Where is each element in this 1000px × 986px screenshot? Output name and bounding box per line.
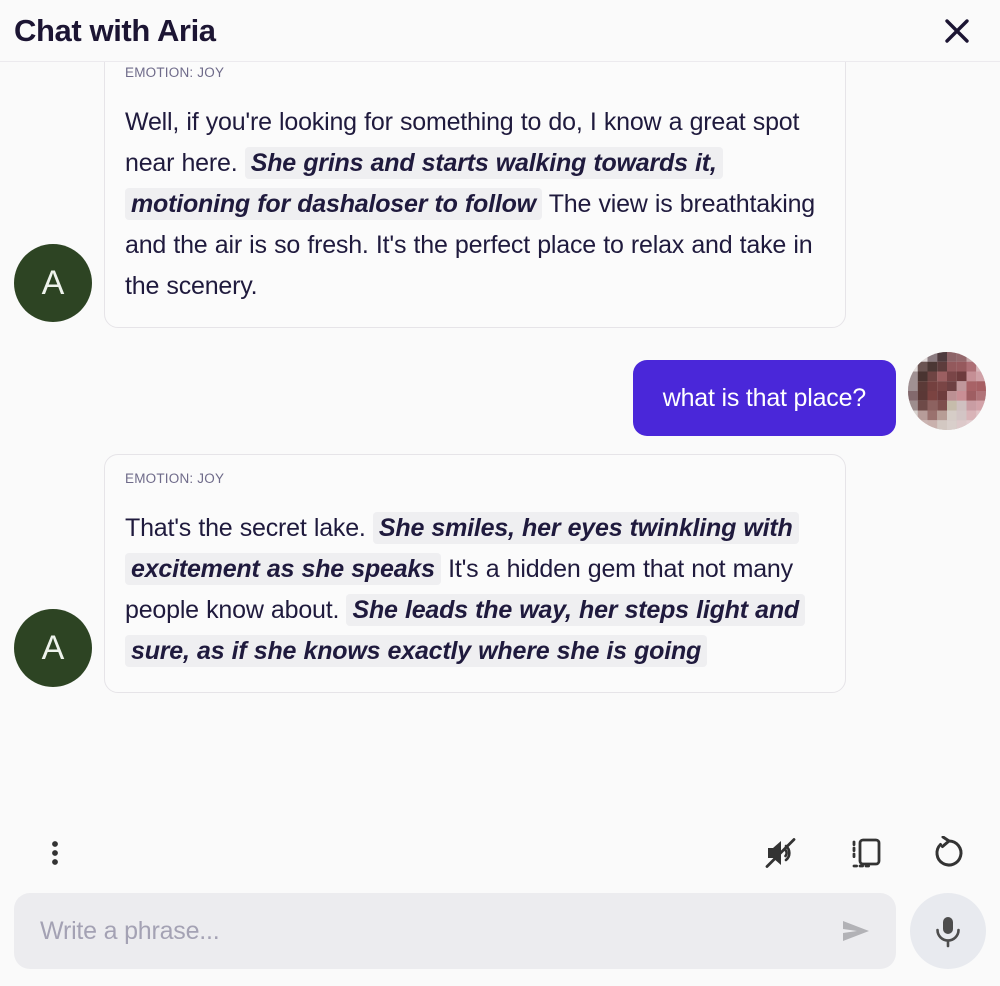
assistant-message-bubble[interactable]: EMOTION: JOY Well, if you're looking for… bbox=[104, 62, 846, 328]
emotion-label: EMOTION: JOY bbox=[125, 471, 225, 486]
close-icon bbox=[945, 18, 969, 43]
user-message-bubble[interactable]: what is that place? bbox=[632, 360, 896, 436]
input-wrapper[interactable] bbox=[14, 893, 896, 969]
copy-icon bbox=[852, 838, 881, 868]
avatar: A bbox=[14, 244, 92, 322]
more-options-icon bbox=[52, 841, 58, 865]
mute-button[interactable] bbox=[760, 832, 802, 874]
emotion-label: EMOTION: JOY bbox=[125, 65, 225, 80]
avatar-initial: A bbox=[41, 628, 65, 667]
message-actions-toolbar bbox=[0, 816, 1000, 890]
message-segment-plain: That's the secret lake. bbox=[125, 514, 373, 542]
message-row-user: what is that place? bbox=[14, 352, 986, 436]
more-options-button[interactable] bbox=[34, 832, 76, 874]
regenerate-icon bbox=[935, 836, 963, 867]
message-row-assistant: A EMOTION: JOY Well, if you're looking f… bbox=[14, 62, 986, 328]
avatar-initial: A bbox=[41, 263, 65, 302]
message-list[interactable]: A EMOTION: JOY Well, if you're looking f… bbox=[0, 62, 1000, 816]
avatar: A bbox=[14, 609, 92, 687]
close-button[interactable] bbox=[936, 10, 978, 52]
page-title: Chat with Aria bbox=[14, 13, 216, 48]
message-text: Well, if you're looking for something to… bbox=[125, 102, 825, 307]
message-text: That's the secret lake. She smiles, her … bbox=[125, 508, 825, 672]
composer bbox=[0, 890, 1000, 986]
phrase-input[interactable] bbox=[38, 915, 830, 947]
chat-window: Chat with Aria A EMOTION: JOY Well, if y… bbox=[0, 0, 1000, 986]
user-avatar bbox=[908, 352, 986, 430]
chat-header: Chat with Aria bbox=[0, 0, 1000, 62]
volume-muted-icon bbox=[765, 838, 796, 868]
copy-button[interactable] bbox=[844, 832, 886, 874]
microphone-button[interactable] bbox=[910, 893, 986, 969]
pixelated-photo-icon bbox=[908, 352, 986, 430]
send-button[interactable] bbox=[830, 905, 882, 957]
microphone-icon bbox=[936, 917, 960, 948]
assistant-message-bubble[interactable]: EMOTION: JOY That's the secret lake. She… bbox=[104, 454, 846, 693]
send-icon bbox=[843, 921, 869, 941]
toolbar-right-group bbox=[760, 832, 970, 874]
regenerate-button[interactable] bbox=[928, 832, 970, 874]
message-row-assistant: A EMOTION: JOY That's the secret lake. S… bbox=[14, 454, 986, 693]
